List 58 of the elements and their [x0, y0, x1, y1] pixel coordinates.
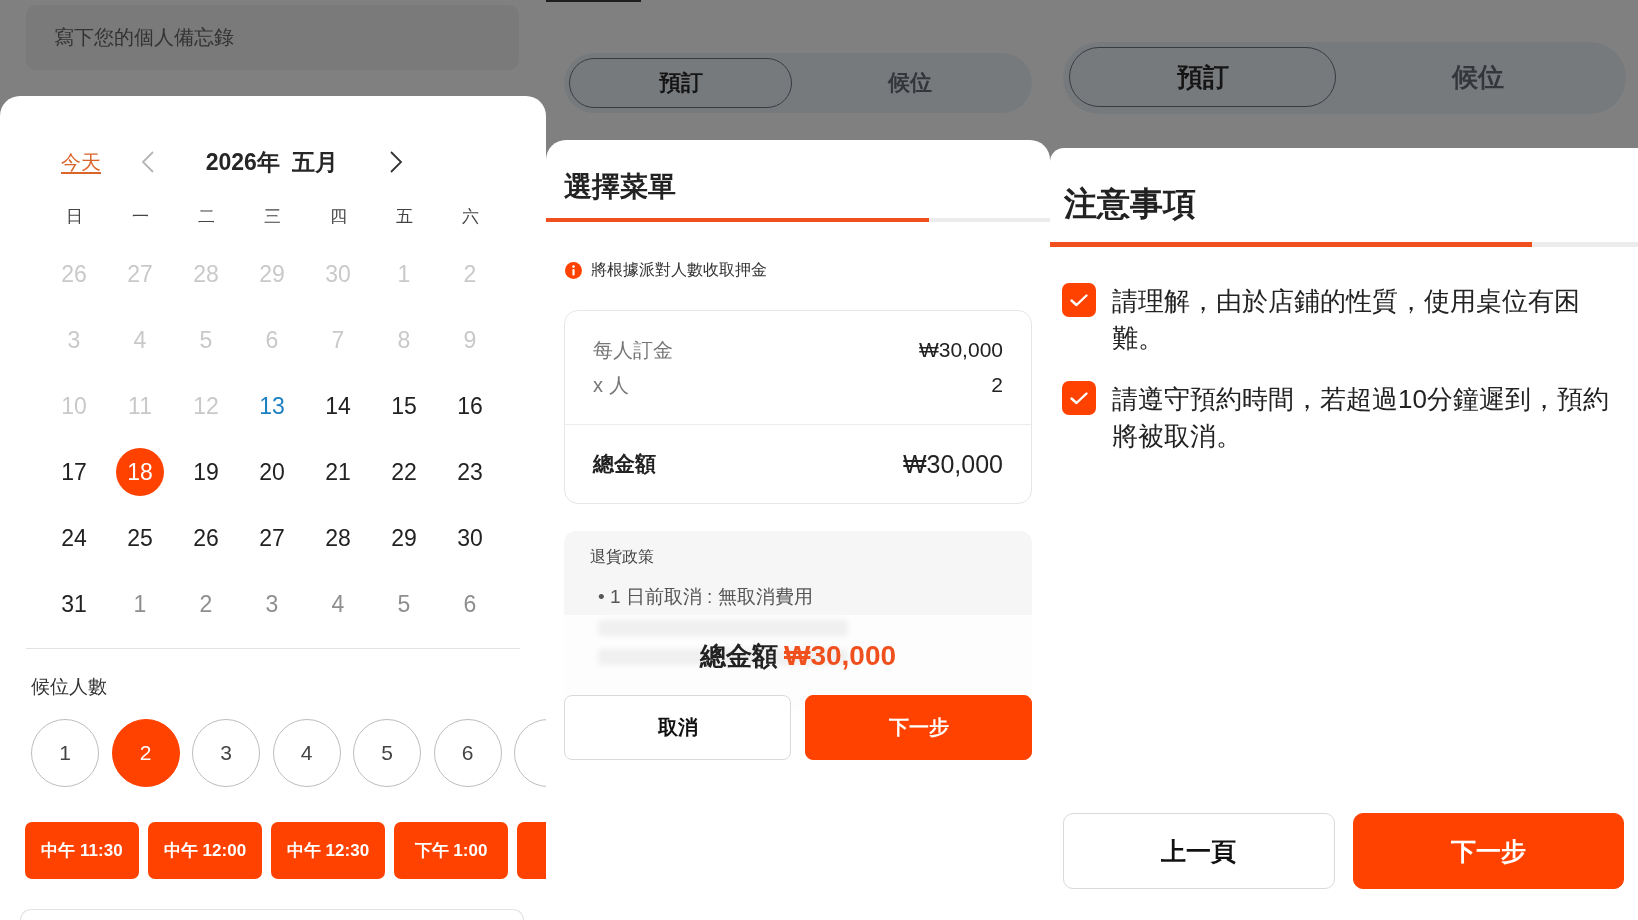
party-size-option[interactable]: 5	[353, 719, 421, 787]
calendar-day[interactable]: 31	[50, 580, 98, 628]
total-value: ₩30,000	[902, 449, 1003, 479]
weekday-label: 四	[328, 205, 348, 228]
info-icon	[565, 261, 582, 279]
policy-title: 退貨政策	[590, 547, 654, 567]
calendar-day[interactable]: 25	[116, 514, 164, 562]
check-icon	[1070, 391, 1088, 405]
sheet-title: 注意事項	[1064, 184, 1196, 224]
calendar-day[interactable]: 24	[50, 514, 98, 562]
price-value: ₩30,000	[918, 338, 1003, 362]
price-label: x 人	[593, 373, 629, 397]
check-icon	[1070, 293, 1088, 307]
party-size-option[interactable]: 3	[192, 719, 260, 787]
price-label: 每人訂金	[593, 338, 673, 362]
checkbox[interactable]	[1062, 283, 1096, 317]
calendar-day[interactable]: 13	[248, 382, 296, 430]
chevron-right-icon[interactable]	[389, 151, 403, 173]
weekday-label: 六	[460, 205, 480, 228]
deposit-notice: 將根據派對人數收取押金	[591, 259, 767, 280]
back-button[interactable]: 上一頁	[1063, 813, 1335, 889]
summary-label: 總金額	[699, 640, 778, 673]
checkbox[interactable]	[1062, 381, 1096, 415]
calendar-day[interactable]: 16	[446, 382, 494, 430]
today-link[interactable]: 今天	[61, 148, 101, 176]
party-size-label: 候位人數	[31, 675, 107, 699]
policy-item: • 1 日前取消 : 無取消費用	[597, 587, 813, 607]
calendar-day[interactable]: 26	[182, 514, 230, 562]
cancel-button[interactable]: 取消	[564, 695, 791, 760]
summary-value: ₩30,000	[783, 639, 897, 673]
party-size-option[interactable]: 4	[272, 719, 341, 787]
calendar-day[interactable]: 29	[380, 514, 428, 562]
party-size-option[interactable]: 6	[433, 719, 502, 787]
weekday-label: 日	[64, 205, 84, 228]
month-title: 2026年 五月	[204, 147, 340, 177]
calendar-day[interactable]: 19	[182, 448, 230, 496]
party-size-option[interactable]: 1	[31, 719, 99, 787]
sheet-title: 選擇菜單	[564, 170, 676, 204]
price-value: 2	[991, 373, 1003, 397]
calendar-day[interactable]: 14	[314, 382, 362, 430]
weekday-label: 一	[130, 205, 150, 228]
calendar-day[interactable]: 21	[314, 448, 362, 496]
weekday-label: 二	[196, 205, 216, 228]
calendar-day[interactable]: 23	[446, 448, 494, 496]
calendar-day[interactable]: 17	[50, 448, 98, 496]
calendar-day[interactable]: 20	[248, 448, 296, 496]
calendar-day[interactable]: 28	[314, 514, 362, 562]
calendar-day[interactable]: 22	[380, 448, 428, 496]
calendar-day[interactable]: 30	[446, 514, 494, 562]
weekday-label: 五	[394, 205, 414, 228]
notice-text: 請遵守預約時間，若超過10分鐘遲到，預約將被取消。	[1112, 383, 1610, 453]
memo-field[interactable]: 寫下您的個人備忘錄	[26, 5, 519, 70]
weekday-label: 三	[262, 205, 282, 228]
calendar-day[interactable]: 15	[380, 382, 428, 430]
total-label: 總金額	[593, 451, 656, 477]
segment-tab[interactable]: 預訂	[569, 58, 792, 108]
notice-text: 請理解，由於店鋪的性質，使用桌位有困難。	[1112, 285, 1581, 355]
calendar-day[interactable]: 27	[248, 514, 296, 562]
